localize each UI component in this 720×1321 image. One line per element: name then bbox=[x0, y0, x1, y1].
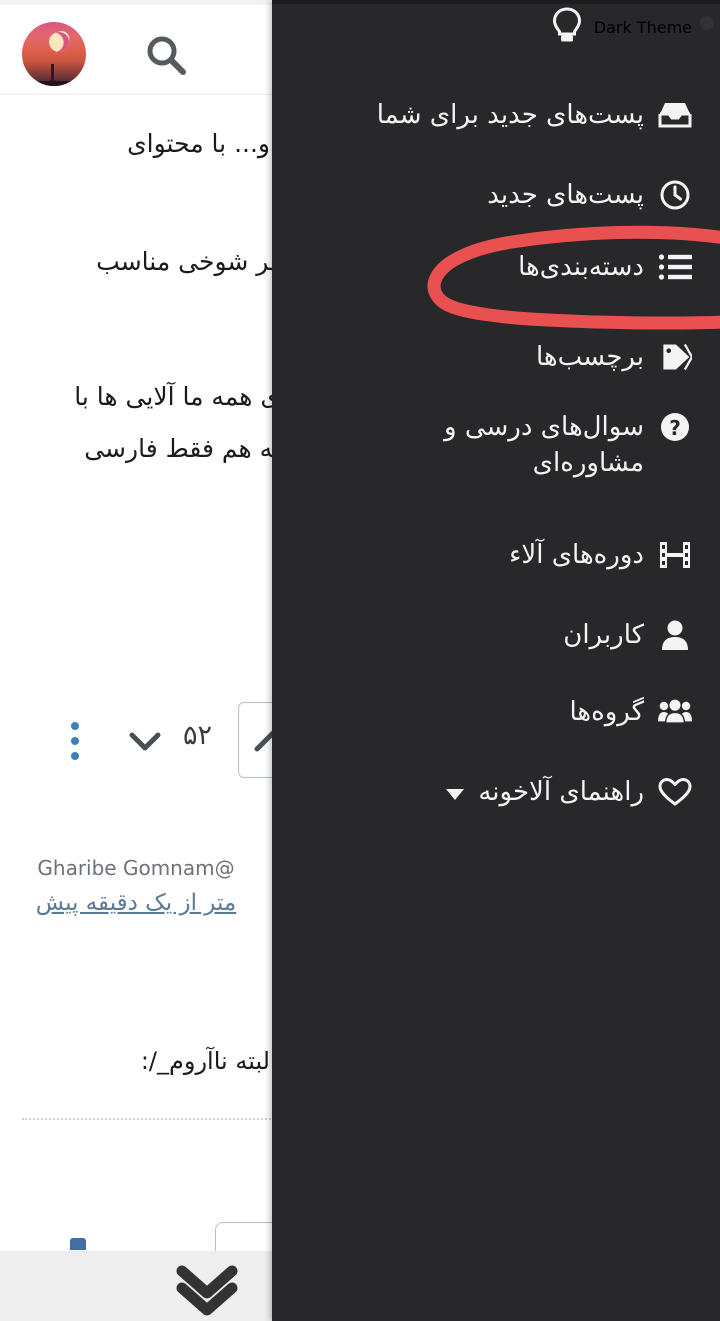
comment-avatar bbox=[70, 1238, 86, 1250]
clock-icon bbox=[658, 178, 692, 212]
post-text-line: فر شوخی مناسب bbox=[96, 247, 282, 276]
menu-item-new-posts-for-you[interactable]: پست‌های جدید برای شما bbox=[377, 98, 692, 134]
author-username[interactable]: Gharibe Gomnam@ bbox=[0, 856, 272, 880]
menu-item-groups[interactable]: گروه‌ها bbox=[569, 695, 692, 731]
menu-item-label: کاربران bbox=[563, 620, 644, 650]
menu-item-label: گروه‌ها bbox=[569, 697, 644, 727]
crescent-moon-shape bbox=[46, 29, 72, 55]
menu-item-label: راهنمای آلاخونه bbox=[478, 777, 644, 807]
users-group-icon bbox=[658, 695, 692, 729]
chevron-down-icon[interactable] bbox=[446, 789, 465, 800]
notification-dot bbox=[700, 16, 714, 30]
dark-theme-toggle[interactable]: Dark Theme bbox=[550, 6, 692, 48]
question-circle-icon: ? bbox=[658, 410, 692, 444]
search-icon[interactable] bbox=[140, 30, 192, 82]
downvote-button[interactable] bbox=[122, 718, 168, 764]
post-text-line: به هم فقط فارسی bbox=[84, 434, 280, 463]
lightbulb-icon bbox=[550, 6, 584, 48]
more-options-icon[interactable] bbox=[68, 722, 82, 760]
menu-item-label: دسته‌بندی‌ها bbox=[518, 252, 644, 282]
ground-silhouette bbox=[22, 81, 86, 86]
vote-count: ۵۲ bbox=[183, 720, 213, 751]
list-icon bbox=[658, 250, 692, 284]
menu-item-label: سوال‌های درسی و مشاوره‌ای bbox=[444, 412, 644, 478]
post-timestamp[interactable]: متر از یک دقیقه پیش bbox=[0, 890, 272, 916]
dark-theme-side-menu: Dark Theme پست‌های جدید برای شما bbox=[272, 0, 720, 1321]
bottom-bar bbox=[0, 1251, 272, 1321]
menu-item-guide[interactable]: راهنمای آلاخونه bbox=[446, 775, 692, 811]
kebab-dot bbox=[71, 752, 79, 760]
avatar[interactable] bbox=[22, 22, 86, 86]
theme-label: Dark Theme bbox=[593, 17, 692, 37]
inbox-icon bbox=[658, 98, 692, 132]
heart-icon bbox=[658, 775, 692, 809]
double-chevron-down-icon[interactable] bbox=[168, 1261, 246, 1321]
film-icon bbox=[658, 538, 692, 572]
menu-item-label: پست‌های جدید برای شما bbox=[376, 100, 644, 130]
post-vote-row: ۵۲ bbox=[0, 700, 312, 780]
menu-item-courses[interactable]: دوره‌های آلاء bbox=[509, 538, 692, 574]
menu-item-new-posts[interactable]: پست‌های جدید bbox=[487, 178, 692, 214]
svg-text:?: ? bbox=[669, 416, 681, 440]
menu-item-label: برچسب‌ها bbox=[535, 342, 644, 372]
post-text-line: ی همه ما آلایی ها با bbox=[74, 382, 280, 411]
post-text-line: لبته ناآروم_/: bbox=[140, 1047, 270, 1075]
tag-icon bbox=[658, 340, 692, 374]
kebab-dot bbox=[71, 737, 79, 745]
kebab-dot bbox=[71, 722, 79, 730]
menu-item-label: پست‌های جدید bbox=[487, 180, 644, 210]
menu-item-label: دوره‌های آلاء bbox=[509, 540, 644, 570]
menu-item-study-questions[interactable]: ? سوال‌های درسی و مشاوره‌ای bbox=[444, 410, 692, 482]
menu-top-strip bbox=[272, 0, 720, 4]
post-text-line: و... با محتوای bbox=[127, 129, 270, 158]
user-icon bbox=[658, 618, 692, 652]
menu-item-tags[interactable]: برچسب‌ها bbox=[536, 340, 692, 376]
menu-item-users[interactable]: کاربران bbox=[563, 618, 692, 654]
menu-item-categories[interactable]: دسته‌بندی‌ها bbox=[518, 250, 692, 286]
